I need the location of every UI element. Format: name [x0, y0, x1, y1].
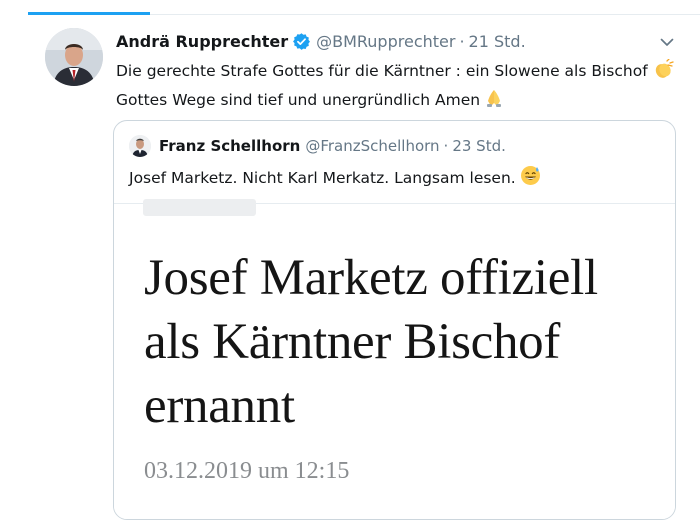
quoted-tweet-text-content: Josef Marketz. Nicht Karl Merkatz. Langs…	[129, 169, 516, 187]
verified-badge-icon	[292, 32, 311, 51]
card-category-tag	[143, 199, 256, 216]
card-headline[interactable]: Josef Marketz offiziell als Kärntner Bis…	[144, 246, 664, 438]
quoted-author-avatar[interactable]	[129, 135, 151, 157]
separator-dot: ·	[459, 32, 465, 51]
author-avatar[interactable]	[45, 28, 103, 86]
tweet[interactable]: Andrä Rupprechter @BMRupprechter · 21 St…	[28, 15, 700, 523]
chevron-down-icon[interactable]	[658, 33, 676, 51]
tweet-header: Andrä Rupprechter @BMRupprechter · 21 St…	[116, 32, 526, 51]
card-headline-line-3: ernannt	[144, 378, 295, 434]
grinning-sweat-icon	[520, 165, 541, 190]
folded-hands-icon	[484, 88, 504, 116]
quoted-tweet-header: Franz Schellhorn @FranzSchellhorn · 23 S…	[159, 137, 506, 155]
quoted-tweet-text: Josef Marketz. Nicht Karl Merkatz. Langs…	[129, 165, 541, 190]
quoted-author-name[interactable]: Franz Schellhorn	[159, 137, 300, 155]
tweet-text-content-1: Die gerechte Strafe Gottes für die Kärnt…	[116, 62, 648, 80]
card-headline-line-2: als Kärntner Bischof	[144, 314, 561, 370]
tweet-text-content-2: Gottes Wege sind tief und unergründlich …	[116, 91, 481, 109]
clapping-hands-icon	[652, 58, 674, 87]
quoted-author-handle[interactable]: @FranzSchellhorn	[305, 137, 439, 155]
tweet-timestamp[interactable]: 21 Std.	[469, 32, 526, 51]
card-headline-line-1: Josef Marketz offiziell	[144, 250, 598, 306]
tweet-text: Die gerechte Strafe Gottes für die Kärnt…	[116, 58, 696, 116]
card-date: 03.12.2019 um 12:15	[144, 458, 350, 484]
author-name[interactable]: Andrä Rupprechter	[116, 32, 288, 51]
quoted-tweet-timestamp[interactable]: 23 Std.	[452, 137, 506, 155]
tweet-text-line-2: Gottes Wege sind tief und unergründlich …	[116, 87, 696, 116]
tweet-text-line-1: Die gerechte Strafe Gottes für die Kärnt…	[116, 58, 696, 87]
quoted-separator-dot: ·	[443, 137, 449, 155]
link-preview-card[interactable]: Josef Marketz offiziell als Kärntner Bis…	[114, 199, 675, 519]
quoted-tweet[interactable]: Franz Schellhorn @FranzSchellhorn · 23 S…	[113, 120, 676, 520]
author-handle[interactable]: @BMRupprechter	[316, 32, 455, 51]
